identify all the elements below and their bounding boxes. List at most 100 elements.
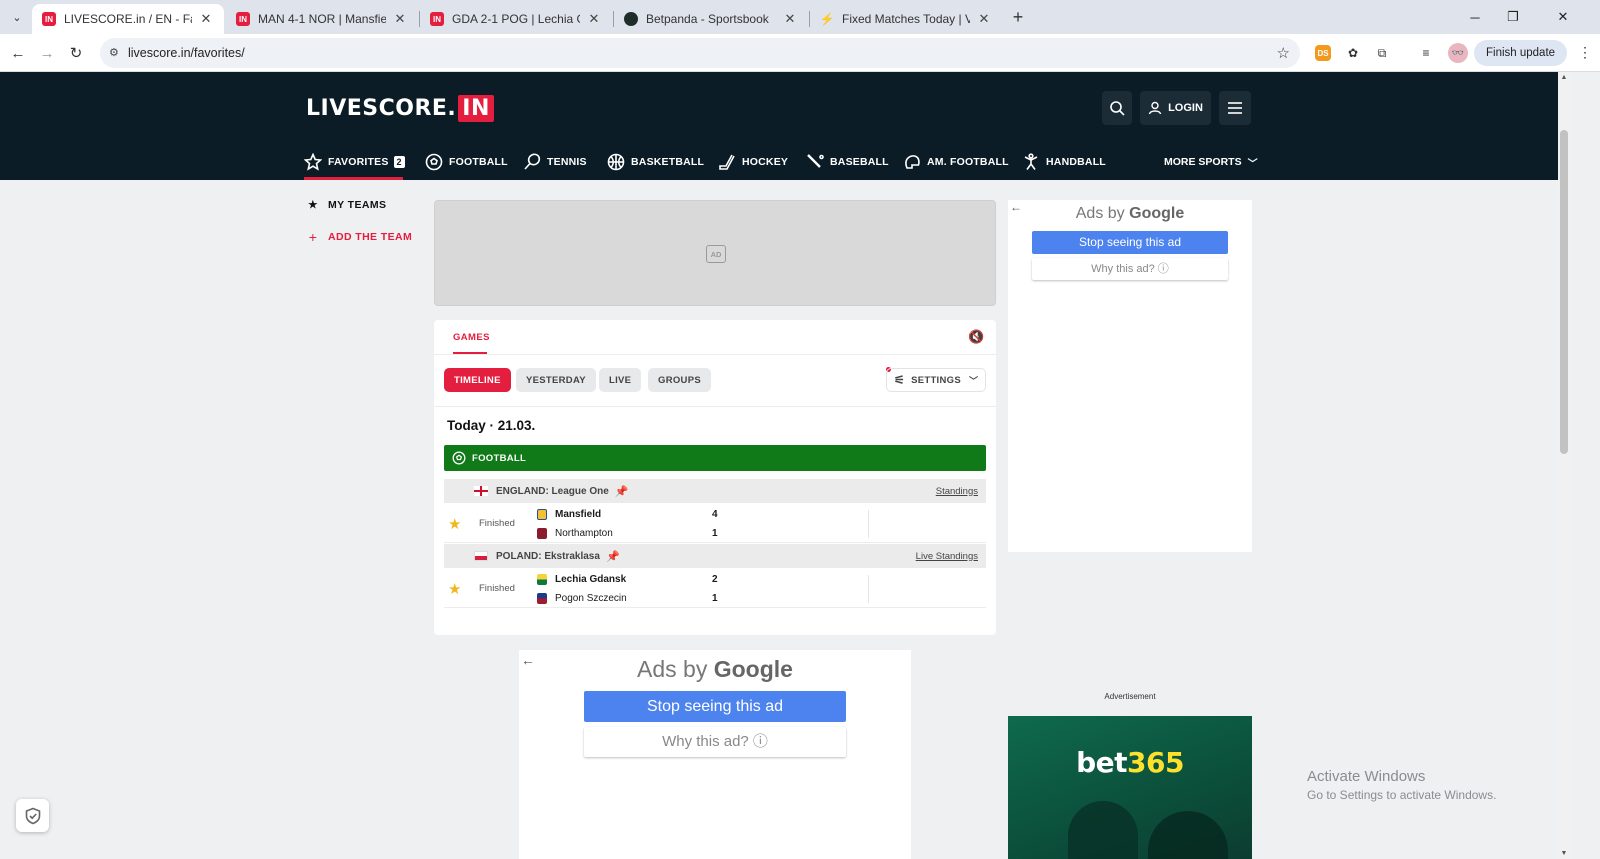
filter-groups[interactable]: GROUPS	[648, 368, 711, 392]
browser-tab-5[interactable]: ⚡ Fixed Matches Today | Vip Fixec ✕	[810, 4, 1002, 34]
back-arrow-icon[interactable]: ←	[6, 41, 30, 65]
media-queue-icon[interactable]: ≡	[1416, 43, 1436, 63]
add-team-label: ADD THE TEAM	[328, 231, 413, 243]
nav-label: HOCKEY	[742, 156, 789, 168]
browser-tab-1[interactable]: IN LIVESCORE.in / EN - Favorites ✕	[32, 4, 224, 34]
team-name: Mansfield	[555, 509, 602, 520]
home-score: 4	[712, 509, 718, 520]
login-button[interactable]: LOGIN	[1140, 91, 1211, 125]
hamburger-menu-button[interactable]	[1219, 91, 1251, 125]
browser-tab-bar: ⌄ IN LIVESCORE.in / EN - Favorites ✕ IN …	[0, 0, 1600, 34]
filter-timeline[interactable]: TIMELINE	[444, 368, 511, 392]
puzzle-extensions-icon[interactable]: ⧉	[1372, 43, 1392, 63]
ds-extension-icon[interactable]: DS	[1315, 45, 1331, 61]
home-team: Mansfield	[537, 509, 601, 520]
new-tab-button[interactable]: +	[1008, 7, 1028, 27]
reload-icon[interactable]: ↻	[64, 41, 88, 65]
livescore-logo[interactable]: LIVESCORE. IN	[306, 94, 494, 122]
window-close-button[interactable]: ✕	[1540, 0, 1586, 34]
tab-search-button[interactable]: ⌄	[6, 6, 28, 28]
extension-icon[interactable]: ✿	[1343, 43, 1363, 63]
my-teams-link[interactable]: ★ MY TEAMS	[306, 199, 386, 211]
nav-tennis[interactable]: TENNIS	[523, 144, 587, 180]
close-icon[interactable]: ✕	[392, 11, 408, 27]
tab-title: Fixed Matches Today | Vip Fixec	[842, 12, 970, 26]
league-name[interactable]: POLAND: Ekstraklasa	[496, 551, 600, 562]
sound-muted-icon[interactable]: 🔇	[968, 329, 984, 345]
divider	[868, 510, 869, 538]
nav-baseball[interactable]: BASEBALL	[806, 144, 889, 180]
finish-update-button[interactable]: Finish update	[1474, 40, 1568, 66]
nav-favorites[interactable]: FAVORITES 2	[304, 144, 405, 180]
my-teams-label: MY TEAMS	[328, 199, 387, 211]
sport-navigation: FAVORITES 2 FOOTBALL TENNIS BASKETBALL H…	[0, 144, 1558, 180]
stop-seeing-ad-button[interactable]: Stop seeing this ad	[1032, 231, 1228, 254]
poland-flag-icon	[474, 551, 488, 561]
brand-bet: bet	[1076, 746, 1127, 779]
forward-arrow-icon[interactable]: →	[35, 41, 59, 65]
more-sports-label: MORE SPORTS	[1164, 156, 1242, 168]
why-this-ad-button[interactable]: Why this ad? ⓘ	[1032, 258, 1228, 280]
live-standings-link[interactable]: Live Standings	[916, 551, 978, 562]
restore-button[interactable]: ❐	[1490, 0, 1536, 34]
match-row[interactable]: ★ Finished Lechia Gdansk Pogon Szczecin …	[444, 570, 986, 608]
match-row[interactable]: ★ Finished Mansfield Northampton 4 1	[444, 505, 986, 543]
google-wordmark: Google	[713, 656, 793, 682]
nav-handball[interactable]: HANDBALL	[1022, 144, 1106, 180]
stop-seeing-ad-button[interactable]: Stop seeing this ad	[584, 691, 846, 722]
privacy-settings-button[interactable]	[16, 799, 49, 832]
pin-icon[interactable]: 📌	[606, 550, 620, 563]
league-header[interactable]: ENGLAND: League One 📌 Standings	[444, 479, 986, 503]
close-icon[interactable]: ✕	[782, 11, 798, 27]
filter-live[interactable]: LIVE	[599, 368, 642, 392]
plus-icon: +	[308, 229, 318, 245]
browser-tab-3[interactable]: IN GDA 2-1 POG | Lechia Gdansk - ✕	[420, 4, 612, 34]
browser-tab-4[interactable]: Betpanda - Sportsbook ✕	[614, 4, 808, 34]
settings-button[interactable]: ⚟ SETTINGS ﹀	[886, 368, 986, 392]
team-name: Pogon Szczecin	[555, 593, 627, 604]
close-icon[interactable]: ✕	[198, 11, 214, 27]
betpanda-icon	[624, 12, 638, 26]
more-menu-icon[interactable]: ⋮	[1578, 44, 1592, 61]
soccer-ball-icon	[425, 153, 443, 171]
handball-player-icon	[1022, 153, 1040, 171]
scroll-up-arrow-icon[interactable]: ▲	[1558, 74, 1570, 81]
browser-tab-2[interactable]: IN MAN 4-1 NOR | Mansfield - No ✕	[226, 4, 418, 34]
watermark-title: Activate Windows	[1307, 768, 1426, 785]
nav-basketball[interactable]: BASKETBALL	[607, 144, 704, 180]
nav-american-football[interactable]: AM. FOOTBALL	[903, 144, 1009, 180]
add-team-link[interactable]: + ADD THE TEAM	[306, 229, 412, 245]
tab-games[interactable]: GAMES	[453, 332, 490, 343]
site-settings-icon[interactable]: ⚙	[109, 46, 123, 60]
standings-link[interactable]: Standings	[936, 486, 978, 497]
livescore-icon: IN	[236, 12, 250, 26]
ads-by-google: Ads by Google	[519, 656, 911, 683]
google-ad-bottom: ← Ads by Google Stop seeing this ad Why …	[519, 650, 911, 859]
league-name[interactable]: ENGLAND: League One	[496, 486, 609, 497]
favorite-star-icon[interactable]: ★	[448, 580, 461, 598]
close-icon[interactable]: ✕	[586, 11, 602, 27]
search-button[interactable]	[1102, 91, 1132, 125]
nav-hockey[interactable]: HOCKEY	[718, 144, 788, 180]
close-icon[interactable]: ✕	[976, 11, 992, 27]
pin-icon[interactable]: 📌	[615, 485, 629, 498]
favorite-star-icon[interactable]: ★	[448, 515, 461, 533]
star-outline-icon	[304, 153, 322, 171]
team-crest-icon	[537, 528, 547, 539]
bet365-ad-banner[interactable]: bet365	[1008, 716, 1252, 859]
scroll-down-arrow-icon[interactable]: ▼	[1558, 850, 1570, 857]
games-panel: GAMES 🔇 TIMELINE YESTERDAY LIVE GROUPS ⚟…	[434, 320, 996, 635]
address-bar[interactable]: ⚙ livescore.in/favorites/ ☆	[100, 38, 1300, 68]
page-scrollbar[interactable]: ▲ ▼	[1558, 72, 1570, 859]
scrollbar-thumb[interactable]	[1560, 130, 1568, 454]
more-sports-dropdown[interactable]: MORE SPORTS ﹀	[1164, 144, 1258, 180]
bookmark-star-icon[interactable]: ☆	[1277, 44, 1290, 62]
nav-football[interactable]: FOOTBALL	[425, 144, 508, 180]
sport-header-football: FOOTBALL	[444, 445, 986, 471]
url-text[interactable]: livescore.in/favorites/	[128, 46, 245, 60]
league-header[interactable]: POLAND: Ekstraklasa 📌 Live Standings	[444, 544, 986, 568]
filter-yesterday[interactable]: YESTERDAY	[516, 368, 596, 392]
why-this-ad-button[interactable]: Why this ad? ⓘ	[584, 727, 846, 757]
profile-avatar[interactable]: 👓	[1448, 43, 1468, 63]
basketball-icon	[607, 153, 625, 171]
